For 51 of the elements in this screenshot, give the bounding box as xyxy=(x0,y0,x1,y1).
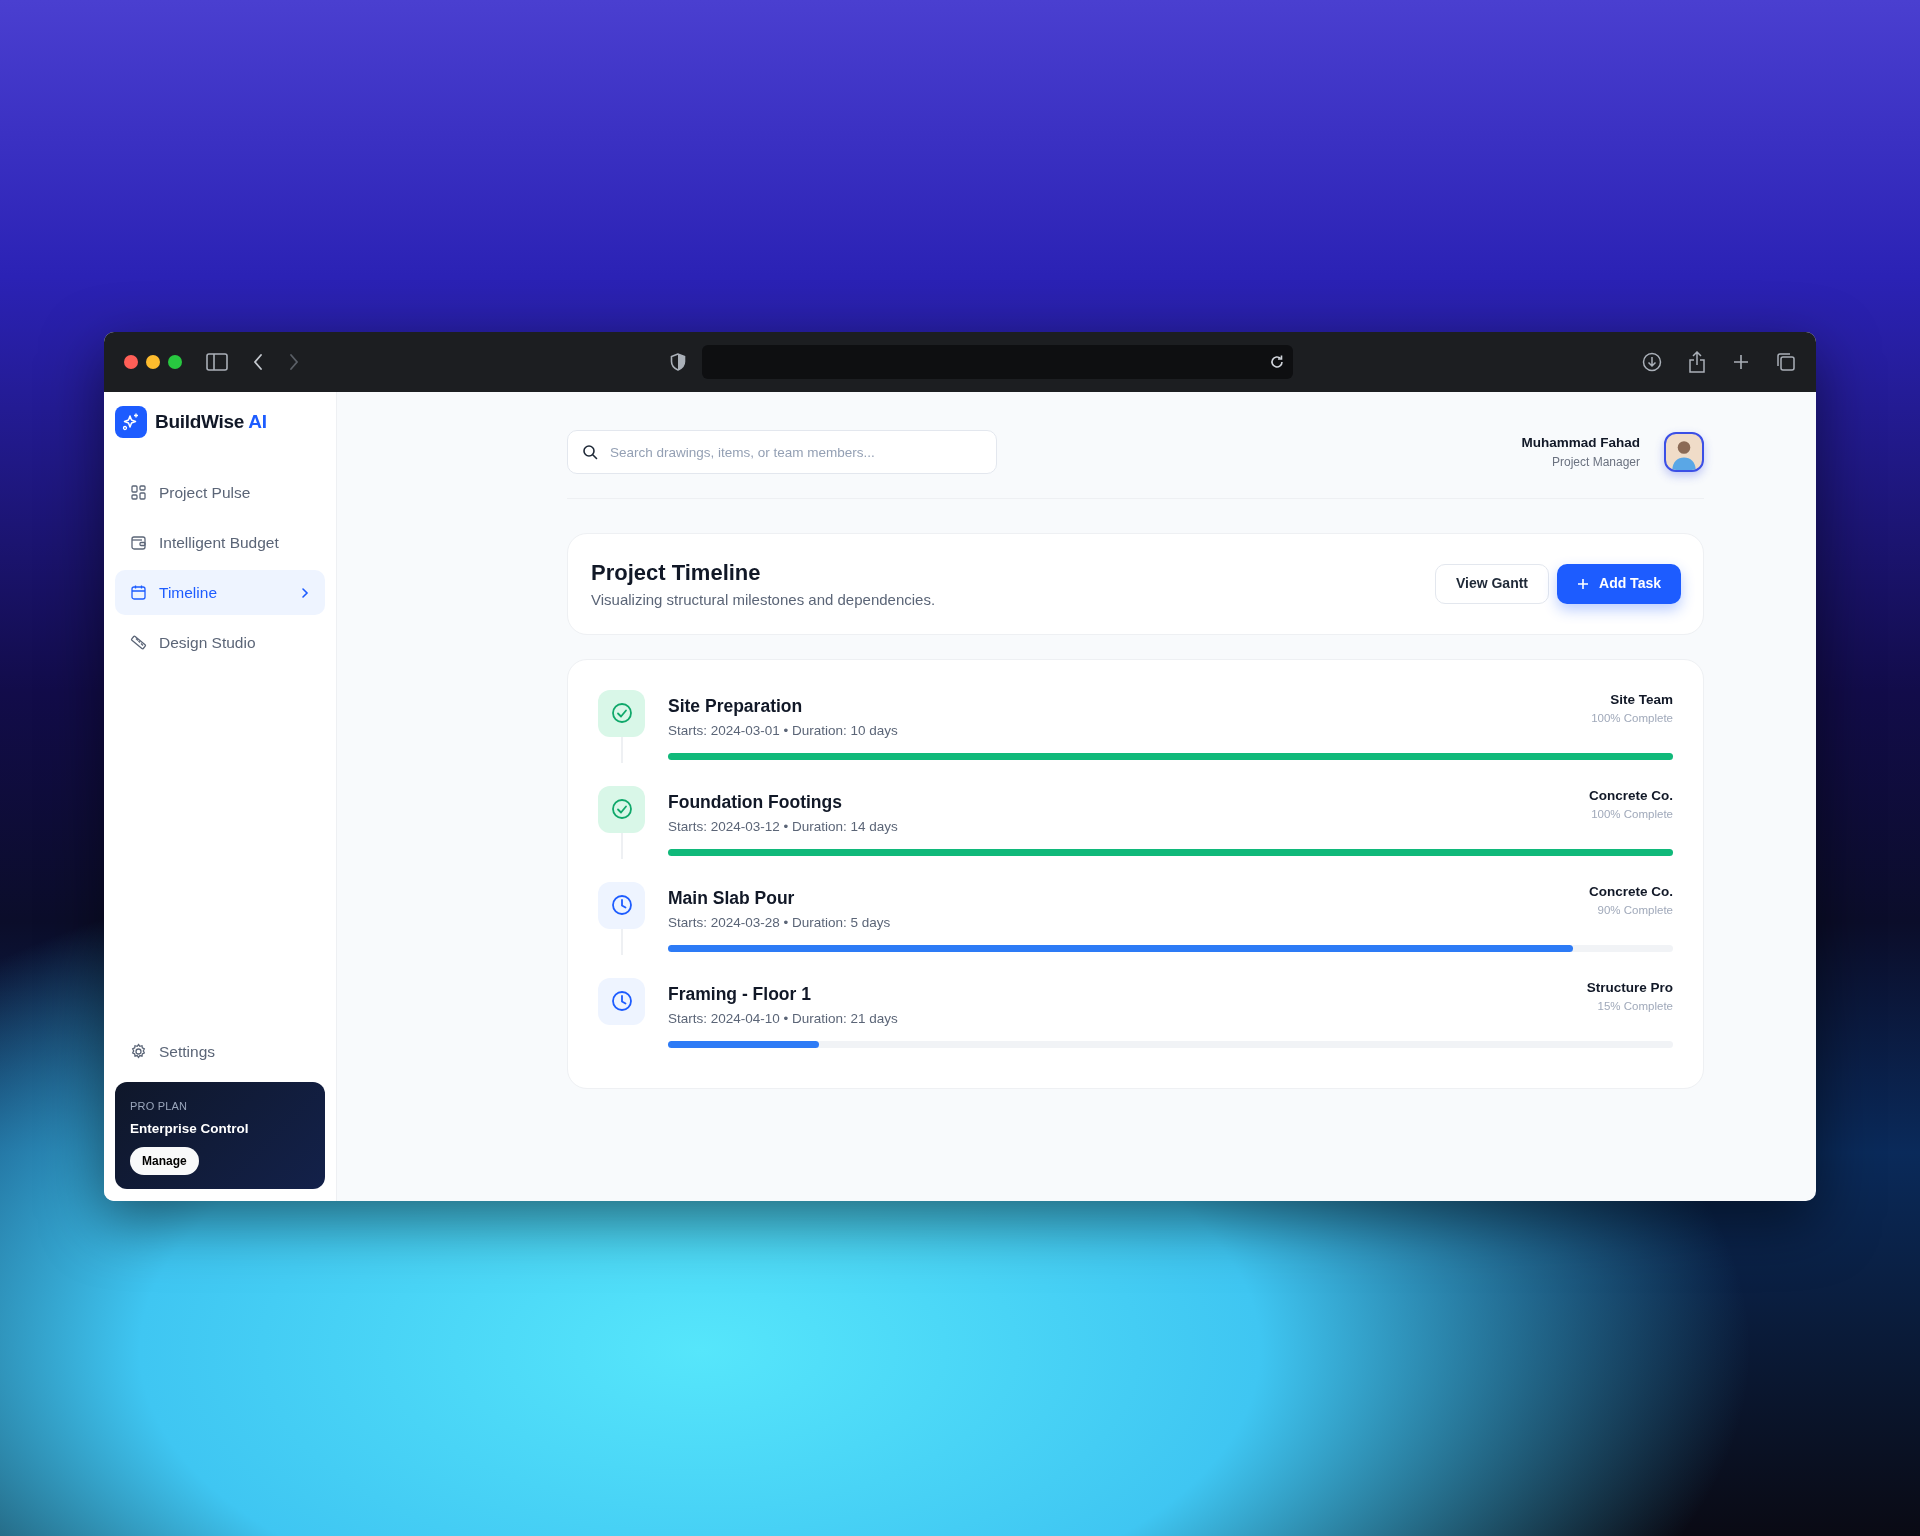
view-gantt-button[interactable]: View Gantt xyxy=(1434,563,1549,604)
page-subtitle: Visualizing structural milestones and dependencies. xyxy=(591,590,936,610)
ruler-icon xyxy=(130,634,147,651)
progress-label: 15% Complete xyxy=(1596,998,1673,1014)
tabs-overview-icon[interactable] xyxy=(1776,352,1796,372)
task-dates: Starts: 2024-04-10 • Duration: 21 days xyxy=(668,1009,898,1028)
nav-item[interactable]: Design Studio xyxy=(115,620,325,665)
nav-item[interactable]: Timeline xyxy=(115,570,325,615)
zoom-window-button[interactable] xyxy=(168,355,182,369)
user-name: Muhammad Fahad xyxy=(1521,433,1640,452)
close-window-button[interactable] xyxy=(124,355,138,369)
task-name: Main Slab Pour xyxy=(668,886,796,910)
calendar-icon xyxy=(130,584,147,601)
plus-icon xyxy=(1577,577,1589,590)
reload-icon[interactable] xyxy=(1269,354,1285,370)
task-name: Site Preparation xyxy=(668,694,804,718)
grid-icon xyxy=(130,484,147,501)
minimize-window-button[interactable] xyxy=(146,355,160,369)
wallet-icon xyxy=(130,534,147,551)
team-name: Concrete Co. xyxy=(1589,882,1673,901)
team-name: Concrete Co. xyxy=(1589,786,1673,805)
progress-label: 90% Complete xyxy=(1596,902,1673,918)
download-icon[interactable] xyxy=(1642,352,1662,372)
page-title: Project Timeline xyxy=(591,559,762,587)
team-name: Structure Pro xyxy=(1586,978,1673,997)
chevron-right-icon xyxy=(300,586,310,599)
plan-name: Enterprise Control xyxy=(130,1119,250,1138)
nav-item[interactable]: Project Pulse xyxy=(115,470,325,515)
nav-item[interactable]: Intelligent Budget xyxy=(115,520,325,565)
task-name: Foundation Footings xyxy=(668,790,843,814)
gear-icon xyxy=(130,1043,147,1061)
avatar-silhouette-icon[interactable] xyxy=(1664,432,1704,472)
progress-label: 100% Complete xyxy=(1590,806,1673,822)
user-role: Project Manager xyxy=(1550,454,1640,472)
sidebar-toggle-icon[interactable] xyxy=(206,353,228,371)
share-icon[interactable] xyxy=(1688,351,1706,373)
task-dates: Starts: 2024-03-12 • Duration: 14 days xyxy=(668,817,898,836)
sparkle-logo-icon xyxy=(115,406,147,438)
plan-label: PRO PLAN xyxy=(130,1099,189,1115)
team-name: Site Team xyxy=(1609,690,1673,709)
new-tab-icon[interactable] xyxy=(1732,353,1750,371)
search-field[interactable]: Search drawings, items, or team members... xyxy=(567,430,997,474)
task-dates: Starts: 2024-03-01 • Duration: 10 days xyxy=(668,721,898,740)
progress-label: 100% Complete xyxy=(1591,710,1673,726)
add-task-button[interactable]: Add Task xyxy=(1557,563,1681,604)
manage-button[interactable]: Manage xyxy=(130,1147,199,1175)
settings-link[interactable]: Settings xyxy=(115,1029,325,1075)
task-dates: Starts: 2024-03-28 • Duration: 5 days xyxy=(668,913,891,932)
brand-name: BuildWise AI xyxy=(155,409,267,434)
shield-icon[interactable] xyxy=(670,353,686,371)
task-name: Framing - Floor 1 xyxy=(668,982,812,1006)
